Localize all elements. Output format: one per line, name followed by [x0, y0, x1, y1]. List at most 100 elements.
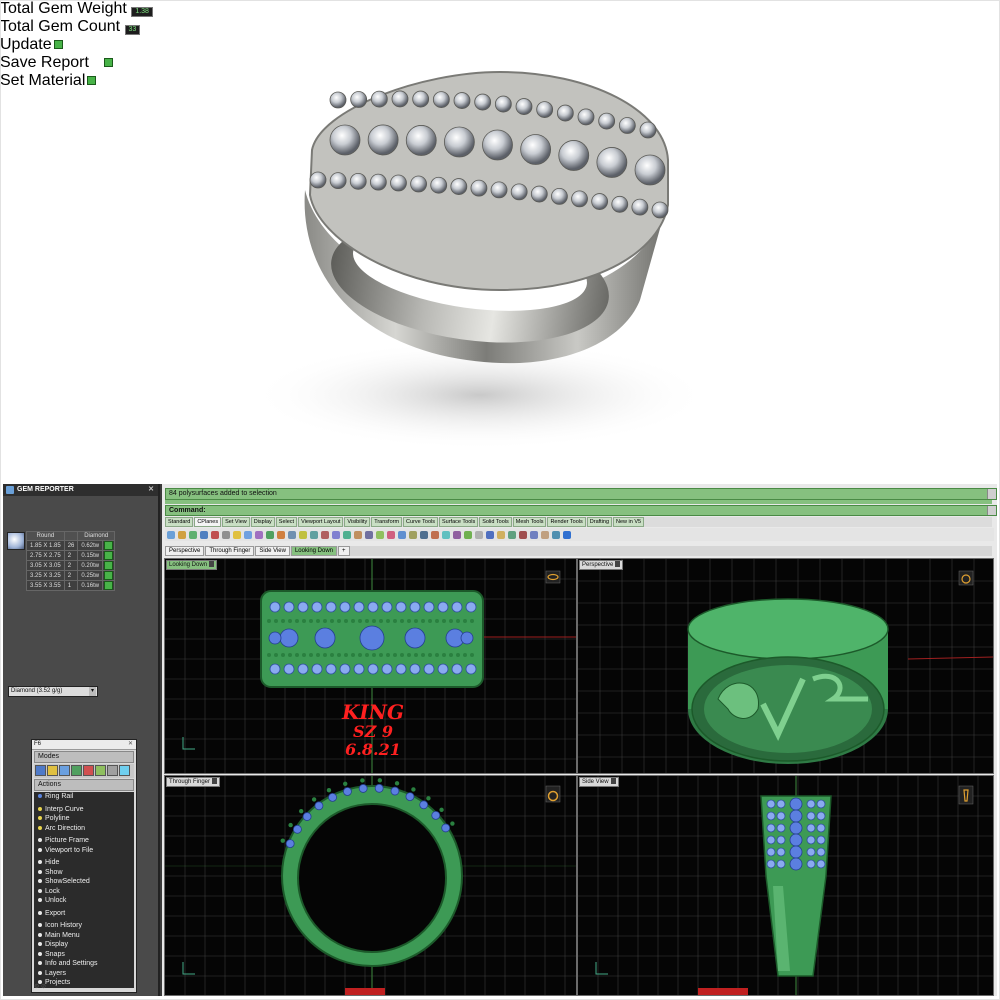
toolbar-tool-icon[interactable] [541, 530, 549, 539]
toolbar-tab[interactable]: Set View [222, 517, 250, 527]
toolbar-tool-icon[interactable] [189, 530, 197, 539]
gem-row-toggle[interactable] [102, 560, 116, 571]
toolbar-tool-icon[interactable] [497, 530, 505, 539]
gem-mode-icon[interactable] [59, 765, 70, 776]
toolbar-tab[interactable]: CPlanes [194, 517, 222, 527]
toolbar-tool-icon[interactable] [233, 530, 241, 539]
viewport-through-finger[interactable]: Through Finger [164, 775, 577, 996]
action-item[interactable]: Export [34, 909, 134, 919]
toolbar-tool-icon[interactable] [211, 530, 219, 539]
action-item[interactable]: Picture Frame [34, 836, 134, 846]
toolbar-tool-icon[interactable] [486, 530, 494, 539]
command-line[interactable]: Command: [165, 505, 997, 516]
toolbar-tool-icon[interactable] [442, 530, 450, 539]
toolbar-tool-icon[interactable] [277, 530, 285, 539]
material-select[interactable]: Diamond (3.52 g/g) ▾ [8, 686, 98, 697]
ring-navigator-icon[interactable] [545, 785, 561, 803]
viewport-label-looking-down[interactable]: Looking Down [166, 560, 218, 570]
toolbar-tool-icon[interactable] [387, 530, 395, 539]
action-item[interactable]: Icon History [34, 921, 134, 931]
toolbar-tool-icon[interactable] [299, 530, 307, 539]
toolbar-tool-icon[interactable] [475, 530, 483, 539]
viewport-tab[interactable]: Perspective [165, 546, 205, 556]
gem-row-toggle[interactable] [102, 540, 116, 551]
ring-mode-icon[interactable] [95, 765, 106, 776]
status-scrollbar[interactable] [987, 489, 996, 499]
gem-row-toggle[interactable] [102, 550, 116, 561]
toolbar-tab[interactable]: Curve Tools [403, 517, 438, 527]
viewport-looking-down[interactable]: Looking Down KING SZ 9 6.8.21 [164, 558, 577, 774]
toolbar-tool-icon[interactable] [453, 530, 461, 539]
action-item[interactable]: Main Menu [34, 931, 134, 941]
curve-mode-icon[interactable] [47, 765, 58, 776]
toolbar-tool-icon[interactable] [255, 530, 263, 539]
close-icon[interactable]: ✕ [148, 484, 154, 496]
action-item[interactable]: Display [34, 940, 134, 950]
toolbar-tool-icon[interactable] [519, 530, 527, 539]
toolbar-tab[interactable]: Solid Tools [479, 517, 512, 527]
globe-mode-icon[interactable] [119, 765, 130, 776]
toolbar-tool-icon[interactable] [288, 530, 296, 539]
toolbar-tab[interactable]: Select [275, 517, 298, 527]
toolbar-tool-icon[interactable] [332, 530, 340, 539]
toolbar-tab[interactable]: Viewport Layout [298, 517, 344, 527]
toolbar-tool-icon[interactable] [530, 530, 538, 539]
toolbar-tool-icon[interactable] [409, 530, 417, 539]
viewport-perspective[interactable]: Perspective [577, 558, 994, 774]
viewport-tab[interactable]: Looking Down [290, 546, 337, 556]
tool-mode-icon[interactable] [83, 765, 94, 776]
toolbar-tab[interactable]: New in V5 [613, 517, 645, 527]
action-item[interactable]: Interp Curve [34, 805, 134, 815]
toolbar-tool-icon[interactable] [563, 530, 571, 539]
toolbar-tool-icon[interactable] [365, 530, 373, 539]
action-item[interactable]: Viewport to File [34, 846, 134, 856]
toolbar-tool-icon[interactable] [343, 530, 351, 539]
toolbar-tab[interactable]: Surface Tools [439, 517, 479, 527]
action-item[interactable]: Snaps [34, 950, 134, 960]
action-item[interactable]: Ring Rail [34, 792, 134, 802]
action-item[interactable]: Show [34, 868, 134, 878]
toolbar-tab[interactable]: Standard [165, 517, 194, 527]
toolbar-tool-icon[interactable] [398, 530, 406, 539]
gem-row-toggle[interactable] [102, 570, 116, 581]
toolbar-tool-icon[interactable] [310, 530, 318, 539]
toolbar-tool-icon[interactable] [244, 530, 252, 539]
viewport-label-side-view[interactable]: Side View [579, 777, 619, 787]
toolbar-tool-icon[interactable] [266, 530, 274, 539]
toolbar-tool-icon[interactable] [321, 530, 329, 539]
toolbar-tool-icon[interactable] [178, 530, 186, 539]
toolbar-tool-icon[interactable] [420, 530, 428, 539]
toolbar-tab[interactable]: Visibility [344, 517, 371, 527]
viewport-label-through-finger[interactable]: Through Finger [166, 777, 221, 787]
print-mode-icon[interactable] [107, 765, 118, 776]
action-item[interactable]: Info and Settings [34, 959, 134, 969]
action-item[interactable]: Polyline [34, 814, 134, 824]
action-item[interactable]: Hide [34, 858, 134, 868]
toolbar-tab[interactable]: Drafting [586, 517, 613, 527]
viewport-label-perspective[interactable]: Perspective [579, 560, 624, 570]
toolbar-tool-icon[interactable] [200, 530, 208, 539]
viewport-tab[interactable]: + [338, 546, 350, 556]
toolbar-tab[interactable]: Display [250, 517, 275, 527]
action-item[interactable]: Unlock [34, 896, 134, 906]
toolbar-tool-icon[interactable] [167, 530, 175, 539]
toolbar-tab[interactable]: Render Tools [547, 517, 586, 527]
close-icon[interactable]: ✕ [128, 740, 133, 749]
toolbar-tab[interactable]: Mesh Tools [512, 517, 547, 527]
toolbar-tool-icon[interactable] [376, 530, 384, 539]
toolbar-tool-icon[interactable] [464, 530, 472, 539]
viewport-tab[interactable]: Through Finger [205, 546, 255, 556]
toolbar-tool-icon[interactable] [508, 530, 516, 539]
command-scrollbar[interactable] [987, 506, 996, 515]
toolbar-tab[interactable]: Transform [371, 517, 403, 527]
toolbar-tool-icon[interactable] [552, 530, 560, 539]
toolbar-tool-icon[interactable] [222, 530, 230, 539]
tree-mode-icon[interactable] [71, 765, 82, 776]
action-item[interactable]: Projects [34, 978, 134, 988]
action-item[interactable]: Arc Direction [34, 824, 134, 834]
toolbar-tool-icon[interactable] [354, 530, 362, 539]
action-item[interactable]: Lock [34, 887, 134, 897]
action-item[interactable]: ShowSelected [34, 877, 134, 887]
toolbar-tool-icon[interactable] [431, 530, 439, 539]
select-mode-icon[interactable] [35, 765, 46, 776]
